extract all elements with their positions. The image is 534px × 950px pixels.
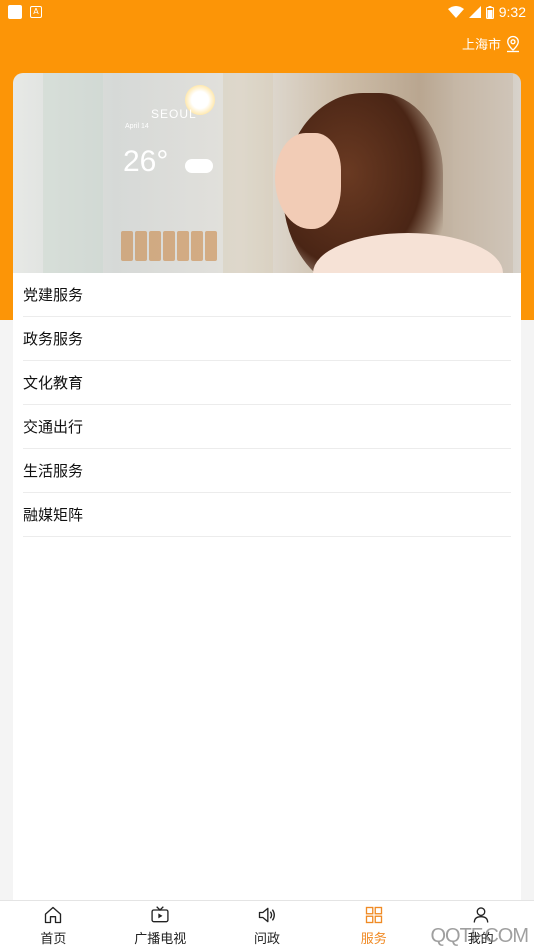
- weather-date: April 14: [125, 123, 149, 130]
- nav-services[interactable]: 服务: [320, 901, 427, 950]
- weather-temperature: 26°: [123, 145, 169, 178]
- banner-bg-shelf: [43, 73, 103, 273]
- clock-time: 9:32: [498, 4, 526, 20]
- menu-item-culture-education[interactable]: 文化教育: [23, 361, 511, 405]
- banner-person-face: [275, 133, 341, 229]
- nav-home[interactable]: 首页: [0, 901, 107, 950]
- weather-widget: SEOUL April 14 26°: [121, 85, 221, 261]
- app-notification-icon: A: [30, 6, 42, 18]
- notification-icon: [8, 5, 22, 19]
- forecast-day: [121, 231, 133, 261]
- forecast-day: [135, 231, 147, 261]
- nav-tv-label: 广播电视: [134, 931, 187, 947]
- home-icon: [45, 906, 62, 923]
- cloud-icon: [185, 159, 213, 173]
- forecast-day: [205, 231, 217, 261]
- forecast-day: [191, 231, 203, 261]
- signal-icon: [468, 6, 481, 18]
- status-bar: A 9:32: [0, 0, 534, 24]
- weather-city: SEOUL: [151, 107, 197, 121]
- banner-image[interactable]: SEOUL April 14 26°: [13, 73, 521, 273]
- nav-services-label: 服务: [360, 931, 387, 947]
- user-icon: [473, 906, 488, 923]
- menu-item-transportation[interactable]: 交通出行: [23, 405, 511, 449]
- city-selector[interactable]: 上海市: [462, 34, 522, 53]
- grid-icon: [365, 906, 382, 923]
- battery-icon: [485, 5, 494, 19]
- menu-item-media-matrix[interactable]: 融媒矩阵: [23, 493, 511, 537]
- forecast-day: [177, 231, 189, 261]
- menu-item-party-service[interactable]: 党建服务: [23, 273, 511, 317]
- nav-home-label: 首页: [40, 931, 67, 947]
- location-pin-icon: [507, 35, 519, 52]
- nav-inquiry-label: 问政: [253, 931, 280, 947]
- nav-tv[interactable]: 广播电视: [107, 901, 214, 950]
- forecast-day: [149, 231, 161, 261]
- tv-icon: [151, 905, 169, 922]
- service-menu: 党建服务 政务服务 文化教育 交通出行 生活服务 融媒矩阵: [13, 273, 521, 900]
- menu-item-government-service[interactable]: 政务服务: [23, 317, 511, 361]
- speaker-icon: [258, 907, 275, 922]
- banner-bg-shelf: [223, 73, 273, 273]
- weather-forecast: [121, 231, 217, 261]
- menu-item-life-service[interactable]: 生活服务: [23, 449, 511, 493]
- forecast-day: [163, 231, 175, 261]
- wifi-icon: [447, 6, 464, 18]
- watermark-text: QQTF.COM: [430, 925, 529, 947]
- city-label: 上海市: [461, 38, 501, 53]
- nav-inquiry[interactable]: 问政: [214, 901, 321, 950]
